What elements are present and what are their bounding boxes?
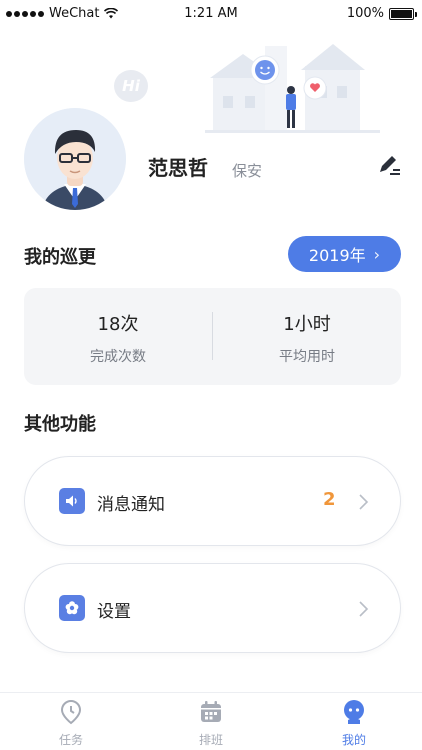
avatar[interactable] — [24, 108, 126, 210]
edit-profile-icon[interactable] — [376, 152, 402, 178]
tab-label: 任务 — [58, 733, 83, 747]
battery-icon — [389, 7, 417, 20]
notification-count-badge: 2 — [323, 489, 336, 510]
profile-page: WeChat 1:21 AM 100% Hi 范思哲 保安 我的巡更 2019年… — [0, 0, 422, 750]
hi-bubble: Hi — [114, 70, 148, 102]
location-pin-icon — [60, 699, 82, 725]
chevron-right-icon — [359, 601, 369, 617]
notifications-item[interactable]: 消息通知 2 — [24, 456, 401, 546]
battery-percent: 100% — [346, 6, 384, 21]
year-select-button[interactable]: 2019年 › — [288, 236, 401, 272]
settings-label: 设置 — [97, 602, 131, 622]
patrol-stats-card: 18次 完成次数 1小时 平均用时 — [24, 288, 401, 385]
tab-bar: 任务 排班 我的 — [0, 692, 422, 750]
patrol-section-title: 我的巡更 — [24, 247, 96, 268]
stat-label: 完成次数 — [90, 349, 146, 365]
tab-mine[interactable]: 我的 — [314, 699, 394, 748]
chevron-right-icon — [359, 494, 369, 510]
tab-tasks[interactable]: 任务 — [31, 699, 111, 748]
stat-value: 18次 — [97, 314, 139, 335]
gear-icon — [59, 595, 85, 621]
settings-item[interactable]: 设置 — [24, 563, 401, 653]
stat-value: 1小时 — [283, 314, 331, 335]
status-right: 100% — [346, 6, 417, 21]
user-name: 范思哲 — [148, 156, 208, 180]
status-bar: WeChat 1:21 AM 100% — [0, 0, 422, 26]
tab-label: 我的 — [341, 733, 366, 747]
stat-label: 平均用时 — [279, 349, 335, 365]
header-illustration — [205, 44, 380, 133]
tab-label: 排班 — [198, 733, 223, 747]
stat-average-time: 1小时 平均用时 — [213, 310, 401, 366]
profile-icon — [344, 700, 364, 724]
avatar-illustration — [24, 108, 126, 210]
speaker-icon — [59, 488, 85, 514]
functions-section-title: 其他功能 — [24, 414, 96, 435]
user-role: 保安 — [232, 162, 263, 180]
chevron-right-icon: › — [373, 244, 381, 264]
year-label: 2019年 — [308, 246, 366, 265]
notifications-label: 消息通知 — [97, 495, 165, 515]
stat-completed-count: 18次 完成次数 — [24, 310, 212, 366]
tab-schedule[interactable]: 排班 — [171, 699, 251, 748]
calendar-icon — [201, 701, 221, 722]
